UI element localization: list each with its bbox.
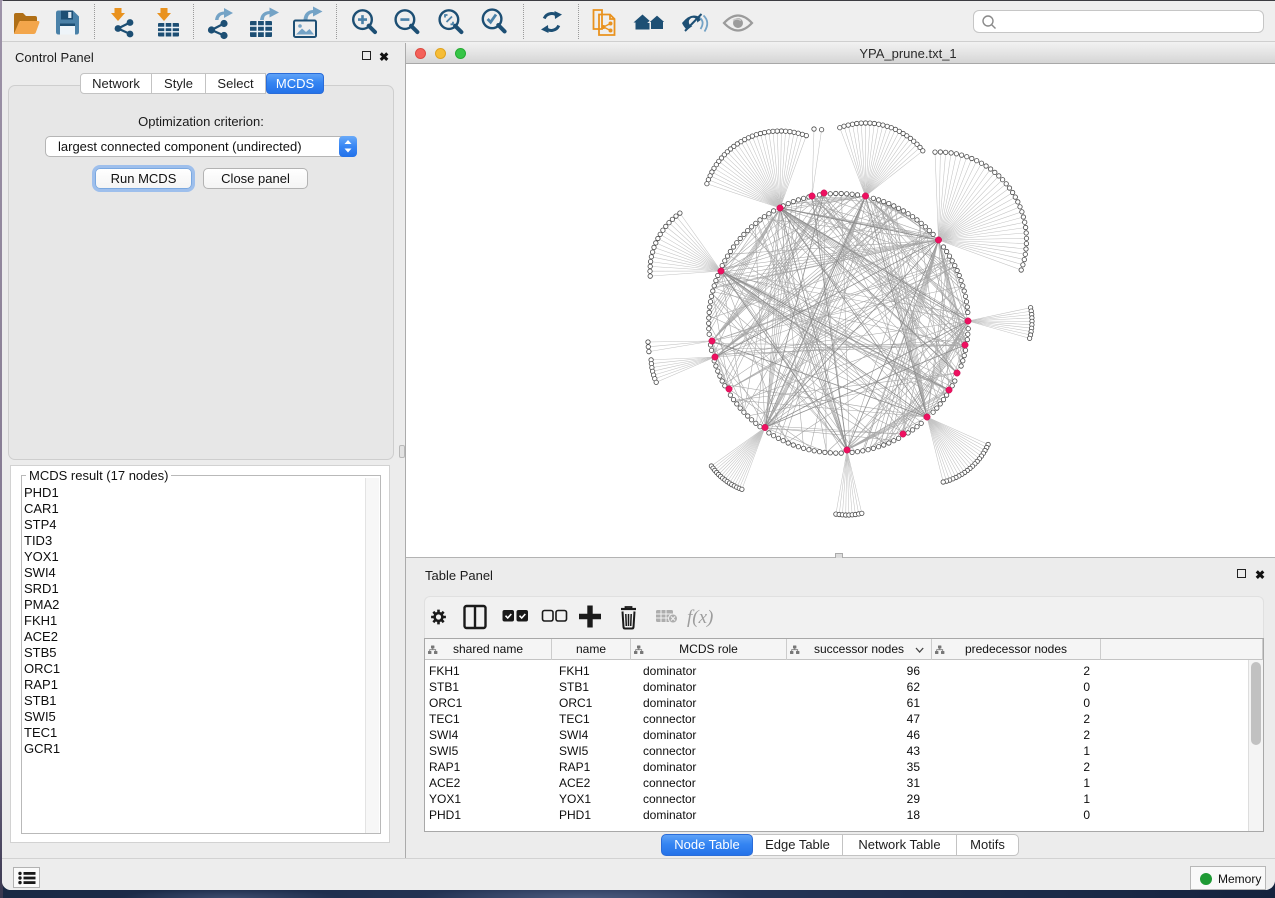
svg-text:f(x): f(x) bbox=[687, 607, 713, 628]
